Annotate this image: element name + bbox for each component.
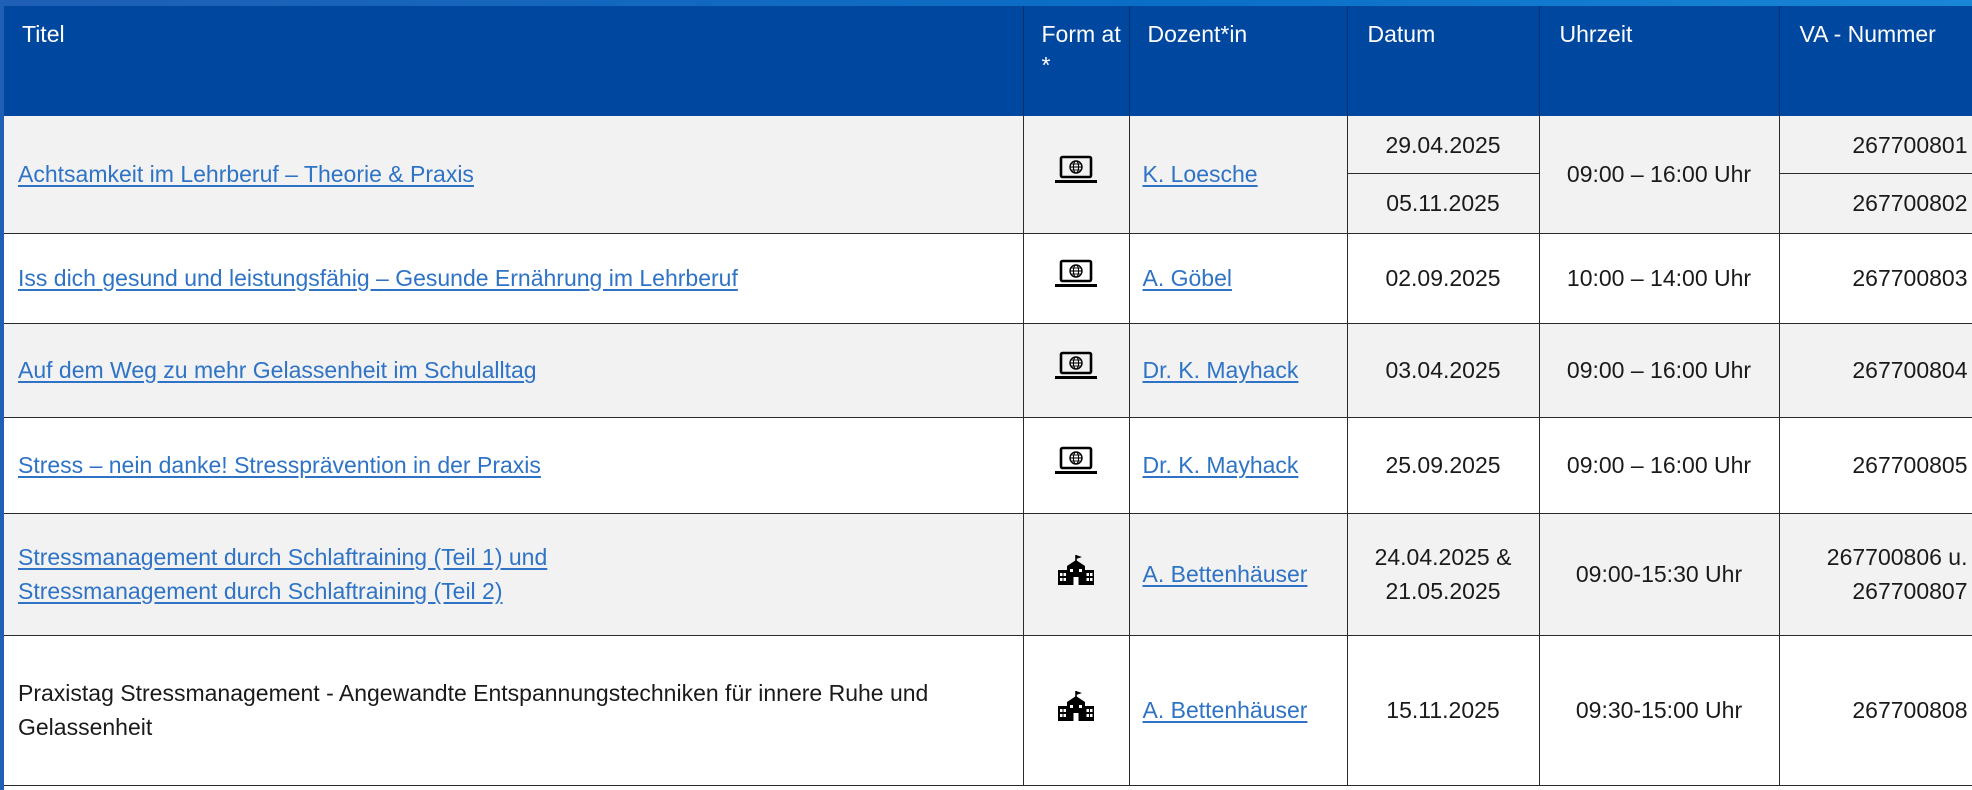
time-cell: 09:00 – 16:00 Uhr bbox=[1539, 323, 1780, 418]
format-cell bbox=[1023, 116, 1130, 234]
title-cell: Achtsamkeit im Lehrberuf – Theorie & Pra… bbox=[4, 116, 1024, 234]
lecturer-cell: Dr. K. Mayhack bbox=[1129, 417, 1348, 514]
course-link-achtsamkeit[interactable]: Achtsamkeit im Lehrberuf – Theorie & Pra… bbox=[18, 161, 474, 187]
lecturer-link[interactable]: A. Bettenhäuser bbox=[1143, 697, 1308, 723]
table-row: Iss dich gesund und leistungsfähig – Ges… bbox=[4, 233, 1972, 324]
header-lecturer: Dozent*in bbox=[1129, 6, 1348, 116]
va-number-cell: 267700803 bbox=[1779, 233, 1972, 324]
course-table: Titel Form at * Dozent*in Datum Uhrzeit … bbox=[4, 6, 1972, 786]
date-value: 05.11.2025 bbox=[1386, 190, 1500, 217]
title-cell: Stressmanagement durch Schlaftraining (T… bbox=[4, 513, 1024, 636]
header-va-number: VA - Nummer bbox=[1779, 6, 1972, 116]
table-row: Stressmanagement durch Schlaftraining (T… bbox=[4, 513, 1972, 636]
time-cell: 09:00 – 16:00 Uhr bbox=[1539, 417, 1780, 514]
format-cell bbox=[1023, 417, 1130, 514]
header-time: Uhrzeit bbox=[1539, 6, 1780, 116]
course-link-schlaftraining-teil-1[interactable]: Stressmanagement durch Schlaftraining (T… bbox=[18, 544, 547, 570]
lecturer-link[interactable]: A. Göbel bbox=[1143, 265, 1233, 291]
lecturer-cell: A. Bettenhäuser bbox=[1129, 635, 1348, 786]
va-number-cell: 267700806 u. 267700807 bbox=[1779, 513, 1972, 636]
date-value: 21.05.2025 bbox=[1385, 578, 1501, 604]
time-cell: 10:00 – 14:00 Uhr bbox=[1539, 233, 1780, 324]
course-link-schlaftraining-teil-2[interactable]: Stressmanagement durch Schlaftraining (T… bbox=[18, 578, 503, 604]
header-date: Datum bbox=[1347, 6, 1540, 116]
date-cell: 25.09.2025 bbox=[1347, 417, 1540, 514]
va-number-cell: 267700805 bbox=[1779, 417, 1972, 514]
lecturer-cell: A. Göbel bbox=[1129, 233, 1348, 324]
va-number-cell: 267700801 267700802 bbox=[1779, 116, 1972, 234]
date-value: 29.04.2025 bbox=[1347, 116, 1539, 175]
laptop-globe-icon bbox=[1053, 446, 1099, 485]
va-number-value: 267700807 bbox=[1852, 578, 1968, 604]
time-cell: 09:00-15:30 Uhr bbox=[1539, 513, 1780, 636]
laptop-globe-icon bbox=[1053, 259, 1099, 298]
school-building-icon bbox=[1057, 554, 1095, 595]
date-cell: 15.11.2025 bbox=[1347, 635, 1540, 786]
title-cell: Praxistag Stressmanagement - Angewandte … bbox=[4, 635, 1024, 786]
date-value: 24.04.2025 & bbox=[1374, 544, 1512, 570]
course-table-page: Titel Form at * Dozent*in Datum Uhrzeit … bbox=[0, 0, 1972, 790]
date-cell: 03.04.2025 bbox=[1347, 323, 1540, 418]
lecturer-cell: K. Loesche bbox=[1129, 116, 1348, 234]
laptop-globe-icon bbox=[1053, 351, 1099, 390]
va-number-cell: 267700808 bbox=[1779, 635, 1972, 786]
course-link-stresspraevention[interactable]: Stress – nein danke! Stressprävention in… bbox=[18, 452, 541, 478]
title-cell: Auf dem Weg zu mehr Gelassenheit im Schu… bbox=[4, 323, 1024, 418]
table-row: Praxistag Stressmanagement - Angewandte … bbox=[4, 635, 1972, 786]
format-cell bbox=[1023, 635, 1130, 786]
lecturer-cell: Dr. K. Mayhack bbox=[1129, 323, 1348, 418]
time-cell: 09:30-15:00 Uhr bbox=[1539, 635, 1780, 786]
va-number-cell: 267700804 bbox=[1779, 323, 1972, 418]
lecturer-link[interactable]: Dr. K. Mayhack bbox=[1143, 357, 1299, 383]
title-cell: Iss dich gesund und leistungsfähig – Ges… bbox=[4, 233, 1024, 324]
course-link-gelassenheit[interactable]: Auf dem Weg zu mehr Gelassenheit im Schu… bbox=[18, 357, 537, 383]
table-row: Auf dem Weg zu mehr Gelassenheit im Schu… bbox=[4, 323, 1972, 418]
table-row: Achtsamkeit im Lehrberuf – Theorie & Pra… bbox=[4, 116, 1972, 234]
date-cell: 02.09.2025 bbox=[1347, 233, 1540, 324]
lecturer-link[interactable]: Dr. K. Mayhack bbox=[1143, 452, 1299, 478]
date-cell: 24.04.2025 & 21.05.2025 bbox=[1347, 513, 1540, 636]
header-format: Form at * bbox=[1023, 6, 1130, 116]
va-number-value: 267700801 bbox=[1779, 116, 1972, 175]
header-title: Titel bbox=[4, 6, 1024, 116]
lecturer-link[interactable]: K. Loesche bbox=[1143, 161, 1258, 187]
date-cell: 29.04.2025 05.11.2025 bbox=[1347, 116, 1540, 234]
course-link-ernaehrung[interactable]: Iss dich gesund und leistungsfähig – Ges… bbox=[18, 265, 738, 291]
time-cell: 09:00 – 16:00 Uhr bbox=[1539, 116, 1780, 234]
va-number-value: 267700802 bbox=[1852, 190, 1968, 217]
lecturer-cell: A. Bettenhäuser bbox=[1129, 513, 1348, 636]
format-cell bbox=[1023, 323, 1130, 418]
va-number-value: 267700806 u. bbox=[1826, 544, 1968, 570]
format-cell bbox=[1023, 513, 1130, 636]
laptop-globe-icon bbox=[1053, 155, 1099, 194]
lecturer-link[interactable]: A. Bettenhäuser bbox=[1143, 561, 1308, 587]
table-header-row: Titel Form at * Dozent*in Datum Uhrzeit … bbox=[4, 6, 1972, 116]
school-building-icon bbox=[1057, 690, 1095, 731]
format-cell bbox=[1023, 233, 1130, 324]
table-row: Stress – nein danke! Stressprävention in… bbox=[4, 417, 1972, 514]
title-cell: Stress – nein danke! Stressprävention in… bbox=[4, 417, 1024, 514]
